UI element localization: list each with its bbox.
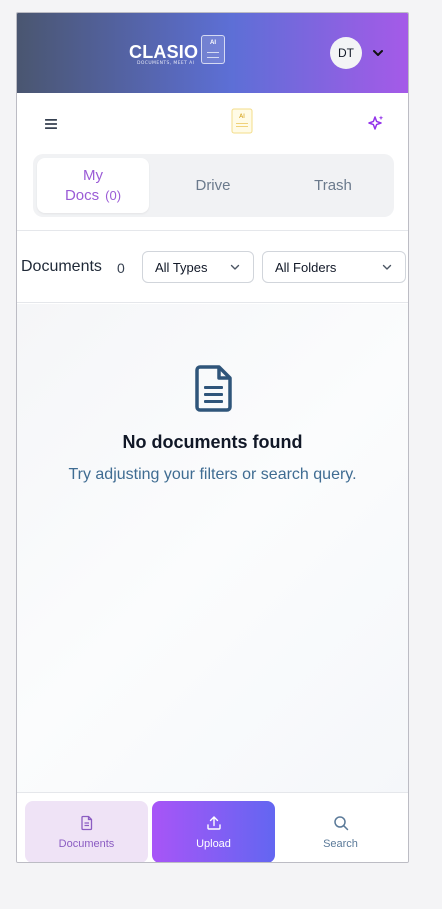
logo-text: CLASIO xyxy=(129,42,199,62)
sparkle-icon[interactable] xyxy=(367,114,385,132)
tab-trash[interactable]: Trash xyxy=(274,158,392,213)
upload-icon xyxy=(206,815,221,830)
nav-upload-button[interactable]: Upload xyxy=(152,801,275,862)
filter-bar: Documents 0 All Types All Folders xyxy=(17,230,408,303)
tab-my-docs[interactable]: My Docs (0) xyxy=(37,158,149,213)
nav-documents-label: Documents xyxy=(58,837,115,850)
nav-documents-button[interactable]: Documents xyxy=(25,801,148,862)
tab-my-docs-count: (0) xyxy=(105,187,122,203)
empty-state-subtitle: Try adjusting your filters or search que… xyxy=(68,466,357,483)
user-avatar[interactable]: DT xyxy=(330,37,362,69)
logo-tagline: DOCUMENTS, MEET AI xyxy=(137,61,195,66)
doc-tabs: My Docs (0) Drive Trash xyxy=(33,154,394,217)
app-header: CLASIO DOCUMENTS, MEET AI AI DT xyxy=(17,13,408,93)
folder-select-value: All Folders xyxy=(275,259,337,275)
bottom-nav: Documents Upload Search xyxy=(17,792,408,862)
documents-heading: Documents xyxy=(21,258,102,275)
app-frame: CLASIO DOCUMENTS, MEET AI AI DT AI My Do… xyxy=(16,12,409,863)
document-icon xyxy=(80,815,92,830)
toolbar: AI xyxy=(17,93,408,153)
logo-ai-badge-text: AI xyxy=(210,40,216,46)
nav-search-label: Search xyxy=(323,837,358,850)
chevron-down-icon[interactable] xyxy=(371,46,385,60)
tab-drive-label: Drive xyxy=(195,176,231,194)
type-select-value: All Types xyxy=(155,259,208,275)
tab-my-docs-label: My Docs (0) xyxy=(64,166,122,204)
empty-state: No documents found Try adjusting your fi… xyxy=(17,304,408,792)
logo-ai-badge: AI xyxy=(201,35,225,64)
search-icon xyxy=(333,815,348,830)
tab-drive[interactable]: Drive xyxy=(154,158,272,213)
document-icon xyxy=(195,365,232,412)
nav-search-button[interactable]: Search xyxy=(279,801,402,862)
ai-document-icon[interactable]: AI xyxy=(231,108,253,134)
app-logo[interactable]: CLASIO DOCUMENTS, MEET AI AI xyxy=(129,33,227,69)
tab-trash-label: Trash xyxy=(314,176,352,194)
chevron-down-icon xyxy=(382,264,392,270)
hamburger-menu-icon[interactable] xyxy=(43,116,59,132)
ai-document-badge-text: AI xyxy=(239,113,245,120)
empty-state-title: No documents found xyxy=(122,432,303,452)
type-select[interactable]: All Types xyxy=(142,251,254,283)
documents-count: 0 xyxy=(117,260,125,276)
folder-select[interactable]: All Folders xyxy=(262,251,406,283)
chevron-down-icon xyxy=(230,264,240,270)
nav-upload-label: Upload xyxy=(196,837,231,850)
